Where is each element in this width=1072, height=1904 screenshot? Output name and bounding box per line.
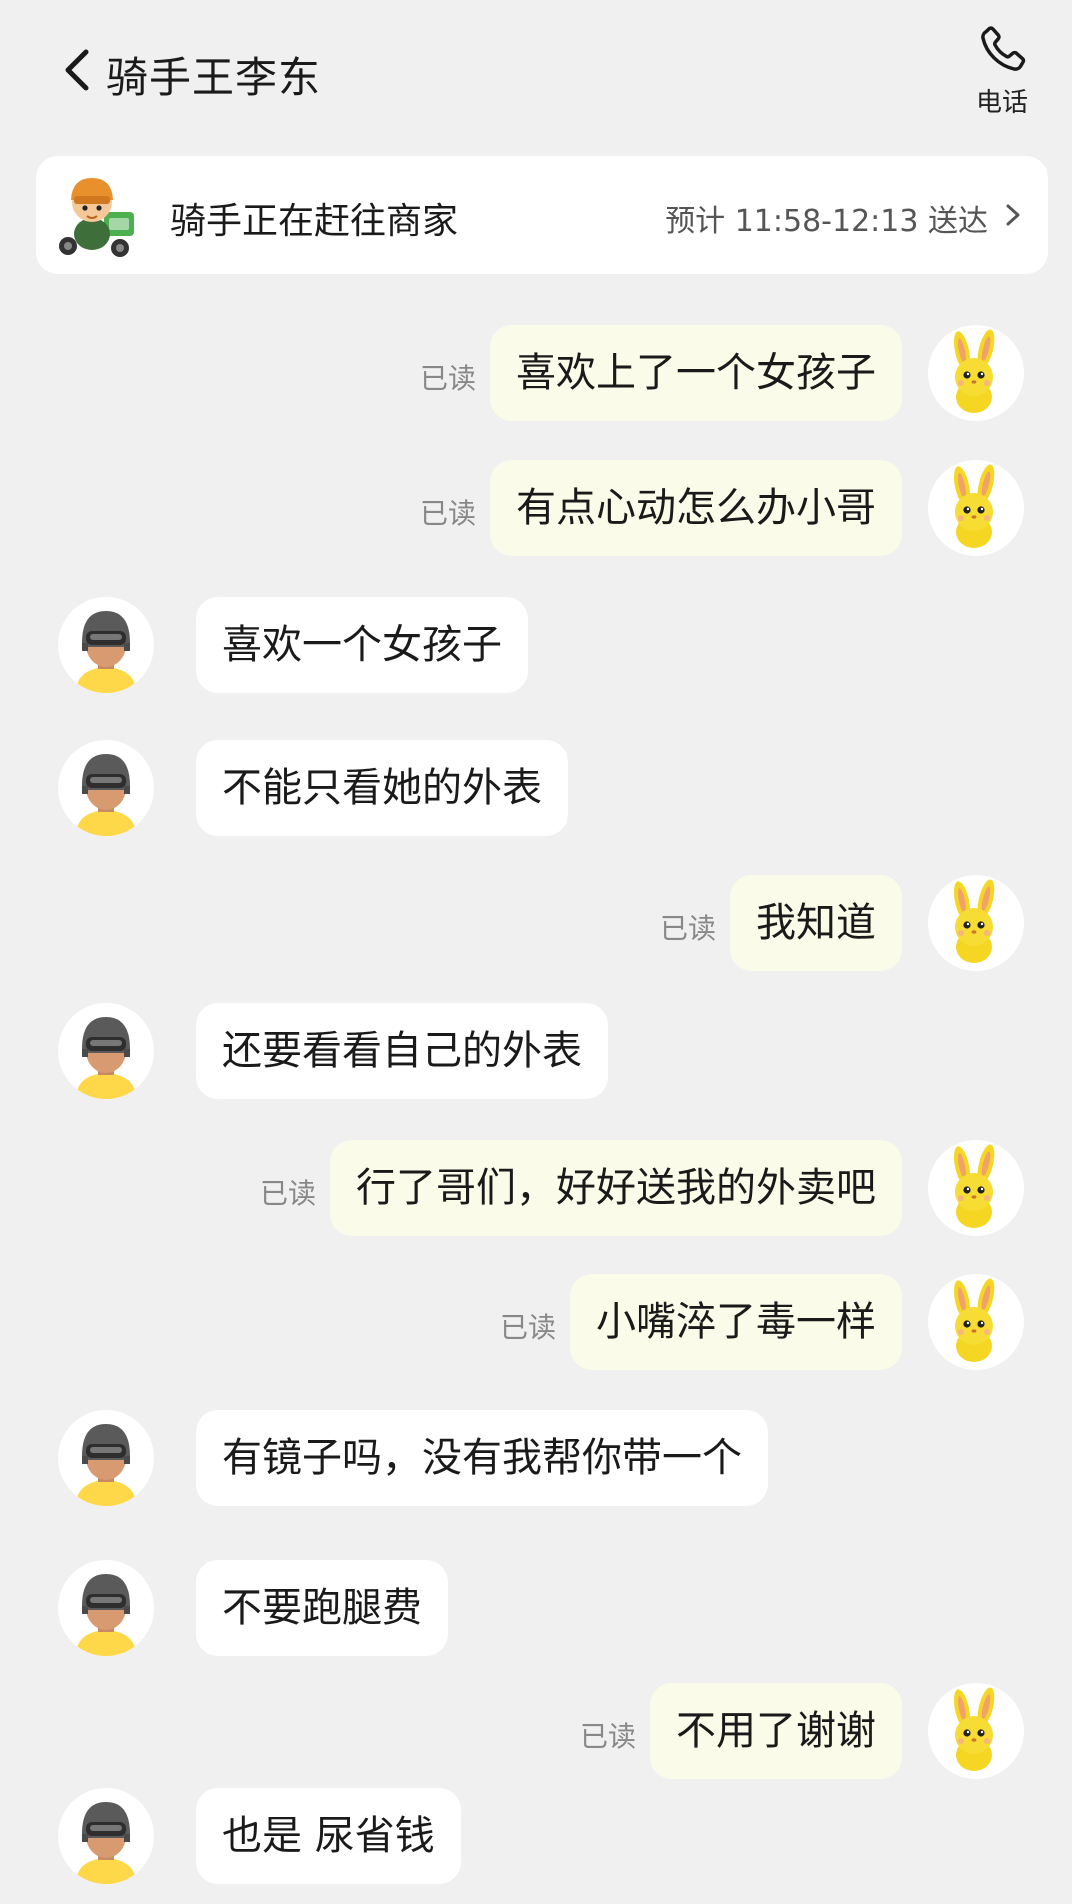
outgoing-message-row: 喜欢上了一个女孩子 已读: [0, 325, 1072, 425]
message-bubble[interactable]: 喜欢上了一个女孩子: [490, 325, 902, 421]
yellow-bunny-avatar-icon: [953, 464, 995, 548]
rider-illustration-icon: [59, 178, 134, 257]
outgoing-message-row: 我知道 已读: [0, 875, 1072, 975]
outgoing-message-row: 小嘴淬了毒一样 已读: [0, 1274, 1072, 1374]
incoming-message-row: 喜欢一个女孩子: [0, 597, 1072, 697]
incoming-message-row: 不要跑腿费: [0, 1560, 1072, 1660]
rider-avatar[interactable]: [58, 740, 154, 836]
helmet-rider-avatar-icon: [76, 1574, 136, 1656]
chevron-left-icon: [65, 49, 89, 91]
phone-icon: [981, 26, 1026, 71]
incoming-message-row: 不能只看她的外表: [0, 740, 1072, 840]
helmet-rider-avatar-icon: [76, 1424, 136, 1506]
message-bubble[interactable]: 有镜子吗，没有我帮你带一个: [196, 1410, 768, 1506]
message-bubble[interactable]: 小嘴淬了毒一样: [570, 1274, 902, 1370]
rider-status-text: 骑手正在赶往商家: [170, 201, 459, 242]
outgoing-message-row: 行了哥们，好好送我的外卖吧 已读: [0, 1140, 1072, 1240]
message-bubble[interactable]: 不能只看她的外表: [196, 740, 568, 836]
outgoing-message-row: 不用了谢谢 已读: [0, 1683, 1072, 1783]
eta-text: 预计 11:58-12:13 送达: [665, 204, 988, 239]
yellow-bunny-avatar-icon: [953, 1687, 995, 1771]
yellow-bunny-avatar-icon: [953, 879, 995, 963]
incoming-message-row: 也是 尿省钱: [0, 1788, 1072, 1888]
read-receipt: 已读: [660, 912, 717, 945]
read-receipt: 已读: [260, 1177, 317, 1210]
helmet-rider-avatar-icon: [76, 1802, 136, 1884]
message-bubble[interactable]: 还要看看自己的外表: [196, 1003, 608, 1099]
user-avatar[interactable]: [928, 325, 1024, 421]
incoming-message-row: 还要看看自己的外表: [0, 1003, 1072, 1103]
message-bubble[interactable]: 行了哥们，好好送我的外卖吧: [330, 1140, 902, 1236]
call-label: 电话: [975, 88, 1028, 118]
read-receipt: 已读: [420, 497, 477, 530]
back-button[interactable]: [58, 44, 98, 96]
read-receipt: 已读: [580, 1720, 637, 1753]
read-receipt: 已读: [420, 362, 477, 395]
message-bubble[interactable]: 也是 尿省钱: [196, 1788, 461, 1884]
user-avatar[interactable]: [928, 460, 1024, 556]
chat-header: 骑手王李东 电话: [0, 0, 1072, 150]
yellow-bunny-avatar-icon: [953, 1144, 995, 1228]
message-bubble[interactable]: 我知道: [730, 875, 902, 971]
message-bubble[interactable]: 有点心动怎么办小哥: [490, 460, 902, 556]
message-bubble[interactable]: 不用了谢谢: [650, 1683, 902, 1779]
yellow-bunny-avatar-icon: [953, 329, 995, 413]
yellow-bunny-avatar-icon: [953, 1278, 995, 1362]
delivery-status-card[interactable]: 骑手正在赶往商家 预计 11:58-12:13 送达: [36, 156, 1048, 274]
user-avatar[interactable]: [928, 875, 1024, 971]
chevron-right-icon: [1006, 204, 1020, 226]
rider-avatar[interactable]: [58, 1560, 154, 1656]
rider-avatar[interactable]: [58, 597, 154, 693]
rider-avatar[interactable]: [58, 1788, 154, 1884]
page-title: 骑手王李东: [106, 53, 322, 102]
user-avatar[interactable]: [928, 1140, 1024, 1236]
user-avatar[interactable]: [928, 1274, 1024, 1370]
helmet-rider-avatar-icon: [76, 611, 136, 693]
rider-avatar[interactable]: [58, 1003, 154, 1099]
message-bubble[interactable]: 喜欢一个女孩子: [196, 597, 528, 693]
user-avatar[interactable]: [928, 1683, 1024, 1779]
read-receipt: 已读: [500, 1311, 557, 1344]
call-button[interactable]: 电话: [962, 18, 1042, 118]
helmet-rider-avatar-icon: [76, 754, 136, 836]
incoming-message-row: 有镜子吗，没有我帮你带一个: [0, 1410, 1072, 1510]
helmet-rider-avatar-icon: [76, 1017, 136, 1099]
rider-avatar[interactable]: [58, 1410, 154, 1506]
outgoing-message-row: 有点心动怎么办小哥 已读: [0, 460, 1072, 560]
message-bubble[interactable]: 不要跑腿费: [196, 1560, 448, 1656]
